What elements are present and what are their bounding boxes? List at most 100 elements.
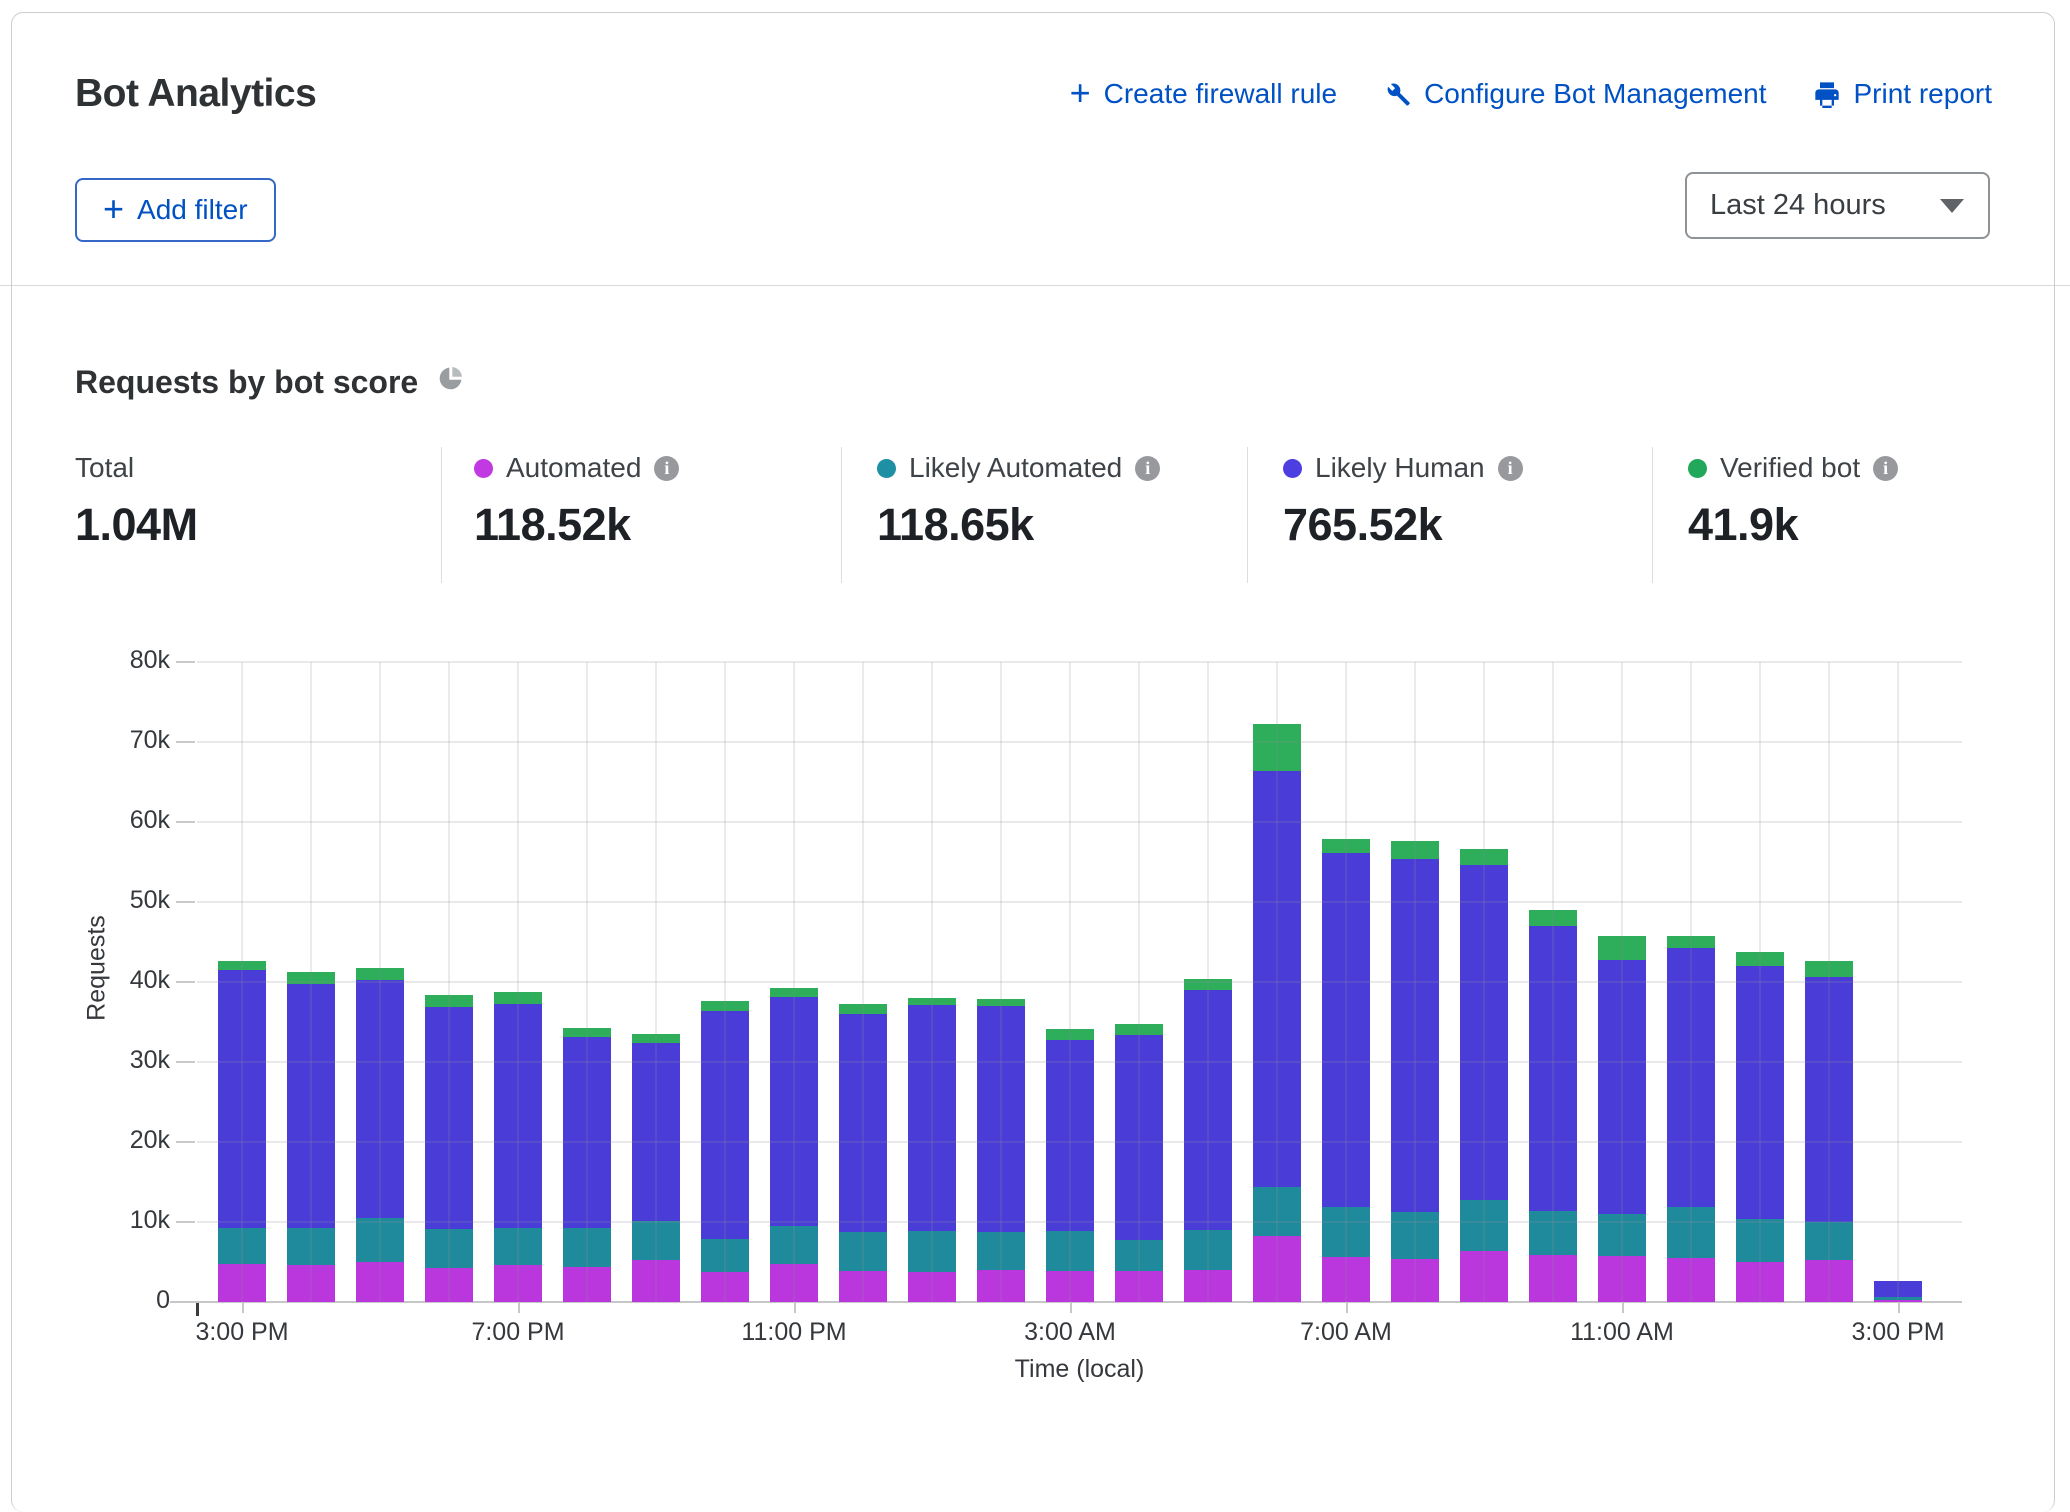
- y-axis-title: Requests: [83, 915, 112, 1021]
- bar-segment-likely-human: [494, 1004, 542, 1228]
- bar-segment-automated: [563, 1267, 611, 1302]
- x-axis-tick-label: 11:00 PM: [694, 1318, 894, 1347]
- x-axis-tick-mark: [518, 1303, 520, 1313]
- bar-12-00-pm[interactable]: [1667, 936, 1715, 1302]
- y-axis-tick-label: 30k: [60, 1046, 170, 1075]
- bar-segment-automated: [287, 1265, 335, 1302]
- pie-chart-icon: [436, 364, 465, 401]
- bar-segment-likely-human: [1667, 948, 1715, 1206]
- bar-5-00-pm[interactable]: [356, 968, 404, 1302]
- bar-segment-likely-automated: [425, 1229, 473, 1267]
- configure-bot-management-link[interactable]: Configure Bot Management: [1383, 78, 1766, 110]
- bar-segment-likely-automated: [632, 1221, 680, 1259]
- x-axis-title: Time (local): [920, 1355, 1240, 1384]
- info-icon[interactable]: i: [1498, 456, 1523, 481]
- bar-segment-likely-human: [908, 1005, 956, 1231]
- bar-12-00-am[interactable]: [839, 1004, 887, 1302]
- stat-divider: [1652, 447, 1653, 583]
- bar-segment-verified-bot: [1736, 952, 1784, 966]
- y-axis-tick-mark: [176, 1061, 195, 1063]
- bar-segment-automated: [1874, 1300, 1922, 1302]
- x-axis-tick-mark: [1346, 1303, 1348, 1313]
- bar-segment-verified-bot: [632, 1034, 680, 1043]
- bar-segment-verified-bot: [908, 998, 956, 1005]
- bar-10-00-pm[interactable]: [701, 1001, 749, 1302]
- bar-7-00-pm[interactable]: [494, 992, 542, 1302]
- bar-6-00-pm[interactable]: [425, 995, 473, 1302]
- bar-3-00-pm[interactable]: [218, 961, 266, 1302]
- x-axis-tick-mark: [1070, 1303, 1072, 1313]
- bar-segment-automated: [977, 1270, 1025, 1302]
- bar-segment-likely-automated: [1253, 1187, 1301, 1236]
- bar-9-00-am[interactable]: [1460, 849, 1508, 1302]
- bar-4-00-pm[interactable]: [287, 972, 335, 1302]
- bar-3-00-am[interactable]: [1046, 1029, 1094, 1302]
- bar-segment-automated: [1460, 1251, 1508, 1302]
- bar-segment-likely-automated: [701, 1239, 749, 1272]
- bar-1-00-pm[interactable]: [1736, 952, 1784, 1302]
- page-title: Bot Analytics: [75, 72, 316, 116]
- y-axis-origin-tick: [196, 1303, 199, 1316]
- bar-8-00-am[interactable]: [1391, 841, 1439, 1302]
- stat-automated: Automated i 118.52k: [474, 452, 679, 551]
- stat-divider: [841, 447, 842, 583]
- bar-segment-automated: [839, 1271, 887, 1302]
- bar-segment-likely-automated: [563, 1228, 611, 1267]
- create-firewall-rule-link[interactable]: + Create firewall rule: [1070, 78, 1337, 110]
- bar-8-00-pm[interactable]: [563, 1028, 611, 1302]
- add-filter-button[interactable]: + Add filter: [75, 178, 276, 242]
- bar-11-00-pm[interactable]: [770, 988, 818, 1302]
- stat-total-value: 1.04M: [75, 499, 198, 551]
- bar-2-00-pm[interactable]: [1805, 961, 1853, 1302]
- bar-segment-likely-automated: [1598, 1214, 1646, 1256]
- x-axis-tick-label: 3:00 AM: [970, 1318, 1170, 1347]
- stat-likely-automated: Likely Automated i 118.65k: [877, 452, 1160, 551]
- bar-segment-verified-bot: [1322, 839, 1370, 853]
- bar-segment-automated: [356, 1262, 404, 1302]
- bar-segment-likely-automated: [839, 1232, 887, 1271]
- x-axis-tick-mark: [794, 1303, 796, 1313]
- bar-1-00-am[interactable]: [908, 998, 956, 1302]
- x-axis-tick-mark: [1898, 1303, 1900, 1313]
- y-axis-tick-label: 50k: [60, 886, 170, 915]
- bar-3-00-pm[interactable]: [1874, 1281, 1922, 1302]
- info-icon[interactable]: i: [1873, 456, 1898, 481]
- bar-segment-likely-automated: [1115, 1240, 1163, 1271]
- print-report-link[interactable]: Print report: [1813, 78, 1993, 110]
- bar-segment-verified-bot: [287, 972, 335, 983]
- bar-segment-likely-human: [1736, 966, 1784, 1219]
- stat-likely-human: Likely Human i 765.52k: [1283, 452, 1523, 551]
- bar-segment-likely-automated: [1736, 1219, 1784, 1262]
- gridline-horizontal: [197, 661, 1962, 663]
- section-title-text: Requests by bot score: [75, 364, 418, 401]
- gridline-horizontal: [197, 821, 1962, 823]
- gridline-vertical: [1897, 662, 1899, 1302]
- bar-segment-automated: [1736, 1262, 1784, 1302]
- info-icon[interactable]: i: [1135, 456, 1160, 481]
- wrench-icon: [1383, 80, 1411, 108]
- bar-segment-automated: [1253, 1236, 1301, 1302]
- bar-7-00-am[interactable]: [1322, 839, 1370, 1302]
- time-range-select[interactable]: Last 24 hours: [1685, 172, 1990, 239]
- bar-11-00-am[interactable]: [1598, 936, 1646, 1302]
- bar-6-00-am[interactable]: [1253, 724, 1301, 1302]
- bar-segment-verified-bot: [1046, 1029, 1094, 1039]
- bar-segment-verified-bot: [1529, 910, 1577, 926]
- printer-icon: [1813, 80, 1841, 108]
- add-filter-label: Add filter: [137, 194, 248, 226]
- bar-4-00-am[interactable]: [1115, 1024, 1163, 1302]
- y-axis-tick-mark: [176, 1221, 195, 1223]
- bar-10-00-am[interactable]: [1529, 910, 1577, 1302]
- bar-segment-likely-automated: [1322, 1207, 1370, 1257]
- bar-5-00-am[interactable]: [1184, 979, 1232, 1302]
- likely-automated-legend-dot: [877, 459, 896, 478]
- bar-segment-automated: [425, 1268, 473, 1302]
- bar-segment-likely-human: [1805, 977, 1853, 1222]
- bar-9-00-pm[interactable]: [632, 1034, 680, 1302]
- bar-segment-verified-bot: [701, 1001, 749, 1011]
- info-icon[interactable]: i: [654, 456, 679, 481]
- bar-2-00-am[interactable]: [977, 999, 1025, 1302]
- y-axis-tick-mark: [176, 1141, 195, 1143]
- bar-segment-verified-bot: [977, 999, 1025, 1006]
- bar-segment-verified-bot: [839, 1004, 887, 1014]
